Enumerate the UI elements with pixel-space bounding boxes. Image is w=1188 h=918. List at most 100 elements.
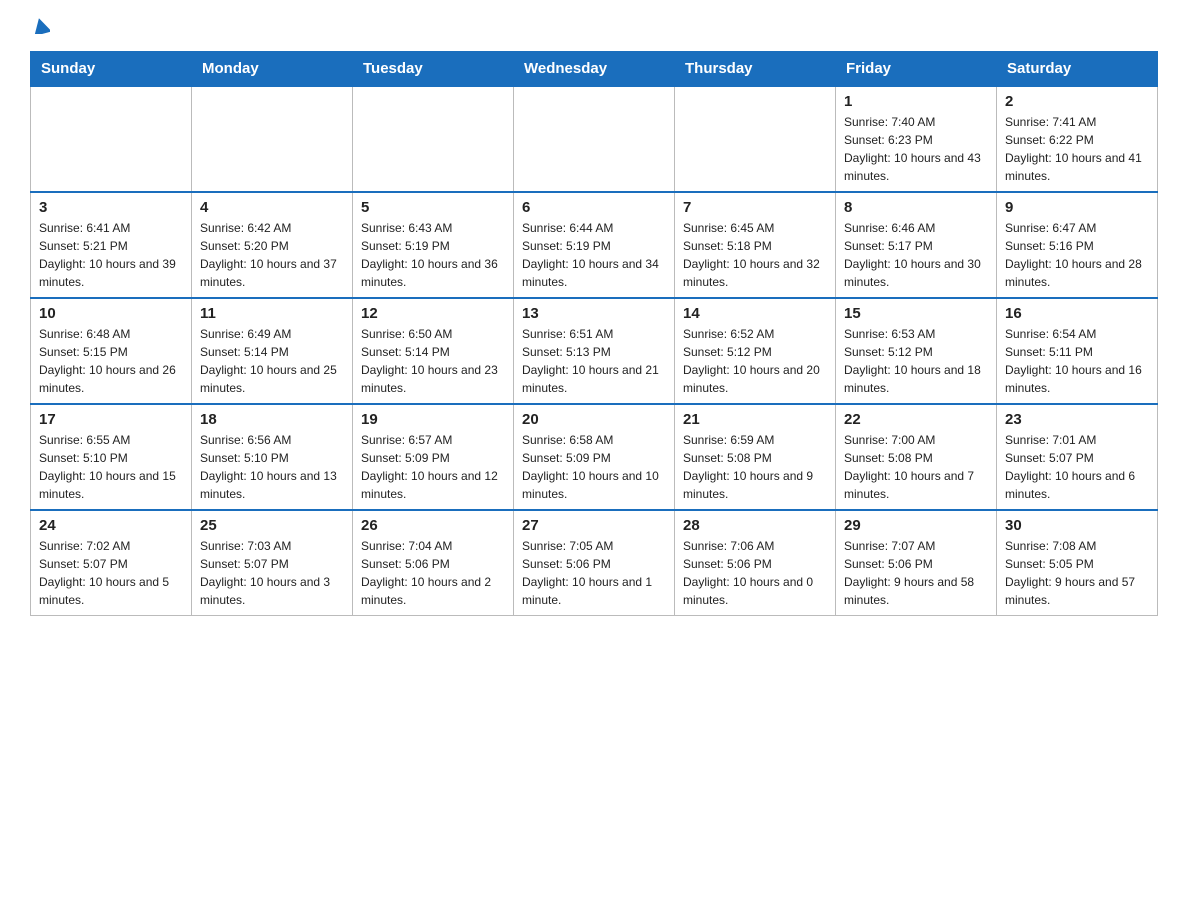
day-info: Sunrise: 6:54 AM Sunset: 5:11 PM Dayligh… [1005,325,1149,397]
day-info: Sunrise: 6:49 AM Sunset: 5:14 PM Dayligh… [200,325,344,397]
calendar-cell: 2 Sunrise: 7:41 AM Sunset: 6:22 PM Daylig… [997,86,1158,192]
day-number: 16 [1005,305,1149,322]
day-info: Sunrise: 6:43 AM Sunset: 5:19 PM Dayligh… [361,219,505,291]
calendar-cell: 15 Sunrise: 6:53 AM Sunset: 5:12 PM Dayli… [836,298,997,404]
calendar-cell: 1Sunrise: 7:40 AM Sunset: 6:23 PM Daylig… [836,86,997,192]
header-thursday: Thursday [675,52,836,87]
header-friday: Friday [836,52,997,87]
day-number: 11 [200,305,344,322]
calendar-week-row: 24 Sunrise: 7:02 AM Sunset: 5:07 PM Dayli… [31,510,1158,616]
calendar-week-row: 3 Sunrise: 6:41 AM Sunset: 5:21 PM Daylig… [31,192,1158,298]
calendar-cell: 6 Sunrise: 6:44 AM Sunset: 5:19 PM Daylig… [514,192,675,298]
calendar-cell: 14 Sunrise: 6:52 AM Sunset: 5:12 PM Dayli… [675,298,836,404]
day-info: Sunrise: 6:57 AM Sunset: 5:09 PM Dayligh… [361,431,505,503]
day-info: Sunrise: 6:41 AM Sunset: 5:21 PM Dayligh… [39,219,183,291]
calendar-cell: 9 Sunrise: 6:47 AM Sunset: 5:16 PM Daylig… [997,192,1158,298]
calendar-cell: 27 Sunrise: 7:05 AM Sunset: 5:06 PM Dayli… [514,510,675,616]
day-number: 14 [683,305,827,322]
day-number: 26 [361,517,505,534]
day-info: Sunrise: 6:58 AM Sunset: 5:09 PM Dayligh… [522,431,666,503]
day-number: 29 [844,517,988,534]
calendar-cell: 8Sunrise: 6:46 AM Sunset: 5:17 PM Daylig… [836,192,997,298]
day-info: Sunrise: 6:50 AM Sunset: 5:14 PM Dayligh… [361,325,505,397]
calendar-cell: 4Sunrise: 6:42 AM Sunset: 5:20 PM Daylig… [192,192,353,298]
day-number: 7 [683,199,827,216]
day-number: 24 [39,517,183,534]
day-info: Sunrise: 7:41 AM Sunset: 6:22 PM Dayligh… [1005,113,1149,185]
calendar-cell [514,86,675,192]
day-info: Sunrise: 7:05 AM Sunset: 5:06 PM Dayligh… [522,537,666,609]
calendar-cell: 24 Sunrise: 7:02 AM Sunset: 5:07 PM Dayli… [31,510,192,616]
calendar-body: 1Sunrise: 7:40 AM Sunset: 6:23 PM Daylig… [31,86,1158,616]
calendar-cell: 10 Sunrise: 6:48 AM Sunset: 5:15 PM Dayli… [31,298,192,404]
day-number: 1 [844,93,988,110]
calendar-cell: 7 Sunrise: 6:45 AM Sunset: 5:18 PM Daylig… [675,192,836,298]
day-info: Sunrise: 6:52 AM Sunset: 5:12 PM Dayligh… [683,325,827,397]
header-saturday: Saturday [997,52,1158,87]
calendar-week-row: 17Sunrise: 6:55 AM Sunset: 5:10 PM Dayli… [31,404,1158,510]
day-number: 15 [844,305,988,322]
day-number: 25 [200,517,344,534]
day-number: 13 [522,305,666,322]
calendar-cell [675,86,836,192]
day-info: Sunrise: 7:01 AM Sunset: 5:07 PM Dayligh… [1005,431,1149,503]
day-info: Sunrise: 7:08 AM Sunset: 5:05 PM Dayligh… [1005,537,1149,609]
day-number: 20 [522,411,666,428]
day-info: Sunrise: 7:02 AM Sunset: 5:07 PM Dayligh… [39,537,183,609]
day-number: 3 [39,199,183,216]
calendar-cell: 29 Sunrise: 7:07 AM Sunset: 5:06 PM Dayli… [836,510,997,616]
calendar-cell: 19 Sunrise: 6:57 AM Sunset: 5:09 PM Dayli… [353,404,514,510]
day-number: 9 [1005,199,1149,216]
calendar-table: Sunday Monday Tuesday Wednesday Thursday… [30,51,1158,616]
day-info: Sunrise: 6:59 AM Sunset: 5:08 PM Dayligh… [683,431,827,503]
day-number: 18 [200,411,344,428]
calendar-cell: 20 Sunrise: 6:58 AM Sunset: 5:09 PM Dayli… [514,404,675,510]
day-number: 22 [844,411,988,428]
day-info: Sunrise: 7:06 AM Sunset: 5:06 PM Dayligh… [683,537,827,609]
day-number: 10 [39,305,183,322]
calendar-cell: 5 Sunrise: 6:43 AM Sunset: 5:19 PM Daylig… [353,192,514,298]
calendar-cell: 23 Sunrise: 7:01 AM Sunset: 5:07 PM Dayli… [997,404,1158,510]
calendar-cell: 16 Sunrise: 6:54 AM Sunset: 5:11 PM Dayli… [997,298,1158,404]
day-info: Sunrise: 6:47 AM Sunset: 5:16 PM Dayligh… [1005,219,1149,291]
calendar-cell: 11 Sunrise: 6:49 AM Sunset: 5:14 PM Dayli… [192,298,353,404]
day-info: Sunrise: 6:45 AM Sunset: 5:18 PM Dayligh… [683,219,827,291]
day-info: Sunrise: 7:07 AM Sunset: 5:06 PM Dayligh… [844,537,988,609]
day-number: 30 [1005,517,1149,534]
header-wednesday: Wednesday [514,52,675,87]
calendar-cell: 22 Sunrise: 7:00 AM Sunset: 5:08 PM Dayli… [836,404,997,510]
day-number: 21 [683,411,827,428]
calendar-cell: 13Sunrise: 6:51 AM Sunset: 5:13 PM Dayli… [514,298,675,404]
day-number: 5 [361,199,505,216]
day-info: Sunrise: 6:56 AM Sunset: 5:10 PM Dayligh… [200,431,344,503]
day-number: 8 [844,199,988,216]
day-info: Sunrise: 6:53 AM Sunset: 5:12 PM Dayligh… [844,325,988,397]
day-info: Sunrise: 6:55 AM Sunset: 5:10 PM Dayligh… [39,431,183,503]
header-monday: Monday [192,52,353,87]
calendar-cell: 17Sunrise: 6:55 AM Sunset: 5:10 PM Dayli… [31,404,192,510]
day-info: Sunrise: 7:03 AM Sunset: 5:07 PM Dayligh… [200,537,344,609]
day-info: Sunrise: 6:44 AM Sunset: 5:19 PM Dayligh… [522,219,666,291]
calendar-cell: 25 Sunrise: 7:03 AM Sunset: 5:07 PM Dayli… [192,510,353,616]
calendar-cell [31,86,192,192]
logo [30,20,50,41]
day-number: 27 [522,517,666,534]
header-sunday: Sunday [31,52,192,87]
day-number: 19 [361,411,505,428]
day-number: 6 [522,199,666,216]
day-number: 23 [1005,411,1149,428]
calendar-week-row: 10 Sunrise: 6:48 AM Sunset: 5:15 PM Dayli… [31,298,1158,404]
day-info: Sunrise: 7:04 AM Sunset: 5:06 PM Dayligh… [361,537,505,609]
day-info: Sunrise: 6:48 AM Sunset: 5:15 PM Dayligh… [39,325,183,397]
day-info: Sunrise: 7:00 AM Sunset: 5:08 PM Dayligh… [844,431,988,503]
calendar-header: Sunday Monday Tuesday Wednesday Thursday… [31,52,1158,87]
calendar-cell [353,86,514,192]
header-tuesday: Tuesday [353,52,514,87]
calendar-cell [192,86,353,192]
calendar-cell: 12Sunrise: 6:50 AM Sunset: 5:14 PM Dayli… [353,298,514,404]
calendar-cell: 3 Sunrise: 6:41 AM Sunset: 5:21 PM Daylig… [31,192,192,298]
calendar-week-row: 1Sunrise: 7:40 AM Sunset: 6:23 PM Daylig… [31,86,1158,192]
header-row: Sunday Monday Tuesday Wednesday Thursday… [31,52,1158,87]
day-number: 2 [1005,93,1149,110]
calendar-cell: 30 Sunrise: 7:08 AM Sunset: 5:05 PM Dayli… [997,510,1158,616]
